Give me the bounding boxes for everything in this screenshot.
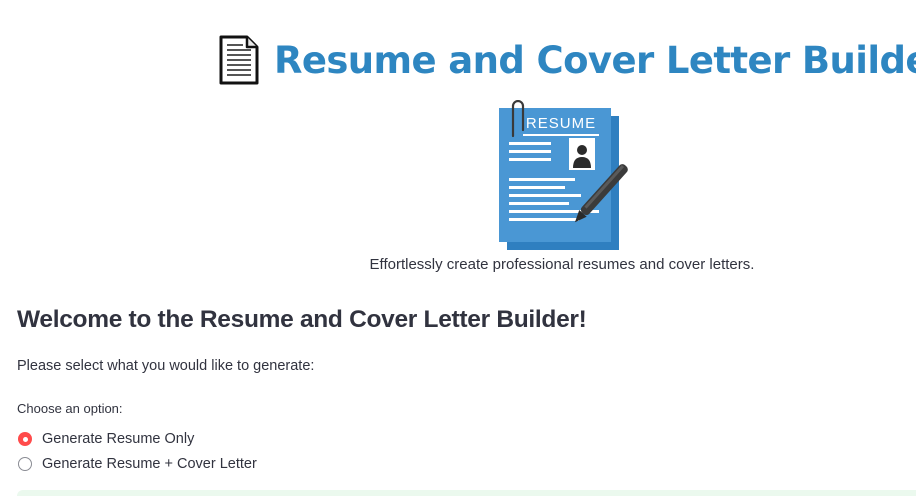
welcome-heading: Welcome to the Resume and Cover Letter B… [17,306,587,333]
radio-option-label: Generate Resume + Cover Letter [42,456,257,472]
app-page: Resume and Cover Letter Builder RESUME E… [0,0,916,496]
tagline: Effortlessly create professional resumes… [369,256,755,273]
document-icon [219,35,259,85]
radio-selected-icon[interactable] [18,432,32,446]
resume-card-label: RESUME [526,115,596,132]
radio-option-resume-only[interactable]: Generate Resume Only [18,427,257,451]
option-label: Choose an option: [17,401,123,416]
page-title: Resume and Cover Letter Builder [274,38,916,82]
page-header: Resume and Cover Letter Builder [218,30,916,90]
radio-option-label: Generate Resume Only [42,431,195,447]
selection-prompt: Please select what you would like to gen… [17,358,315,374]
radio-option-resume-cover-letter[interactable]: Generate Resume + Cover Letter [18,452,257,476]
success-alert [17,490,916,496]
radio-unselected-icon[interactable] [18,457,32,471]
resume-illustration: RESUME [499,100,628,250]
generation-radio-group: Generate Resume Only Generate Resume + C… [18,427,257,477]
